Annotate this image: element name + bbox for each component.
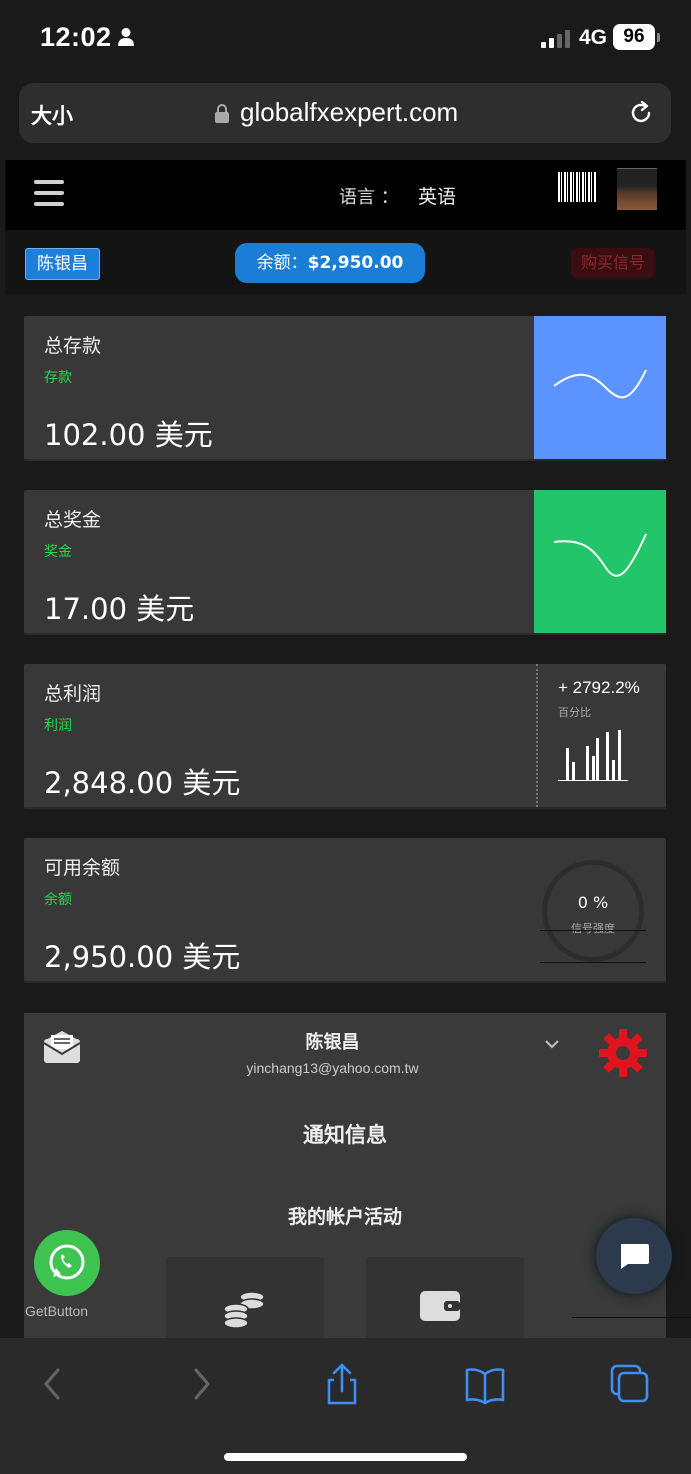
card-total-deposit: 总存款 存款 102.00 美元 (24, 316, 666, 459)
bonus-chart-panel (534, 490, 666, 633)
card-title: 可用余额 (44, 857, 121, 879)
lock-icon (215, 104, 229, 123)
barcode-icon[interactable] (558, 172, 596, 202)
forward-icon[interactable] (178, 1362, 222, 1406)
card-title: 总奖金 (44, 509, 102, 531)
card-subtitle: 余额 (44, 892, 72, 908)
status-bar: 12:02 4G 96 (0, 0, 691, 80)
coins-tile[interactable] (166, 1257, 324, 1347)
network-type: 4G (579, 26, 608, 49)
card-title: 总利润 (44, 683, 102, 705)
profit-percent: + 2792.2% (558, 678, 640, 697)
signal-strength-label: 信号强度 (571, 922, 615, 935)
balance-value: $2,950.00 (307, 253, 404, 273)
card-value: 2,950.00 美元 (44, 940, 241, 974)
home-indicator (224, 1453, 467, 1461)
text-size-button[interactable]: 大小 (31, 100, 73, 130)
bookmarks-icon[interactable] (463, 1362, 507, 1406)
card-subtitle: 存款 (44, 370, 72, 386)
profit-percent-label: 百分比 (558, 706, 591, 719)
gear-icon[interactable] (597, 1027, 649, 1079)
divider (540, 930, 646, 931)
card-value: 17.00 美元 (44, 592, 195, 626)
url-domain[interactable]: globalfxexpert.com (240, 97, 458, 128)
account-activity-link[interactable]: 我的帐户活动 (24, 1202, 666, 1229)
balance-pill[interactable]: 余额：$2,950.00 (235, 243, 425, 283)
coins-icon (223, 1291, 265, 1329)
card-subtitle: 奖金 (44, 544, 72, 560)
bar-chart-icon (558, 730, 628, 781)
buy-signal-button[interactable]: 购买信号 (571, 248, 655, 278)
deposit-chart-panel (534, 316, 666, 459)
signal-strength-gauge: 0 % 信号强度 (542, 860, 644, 962)
sub-header: 陈银昌 余额：$2,950.00 购买信号 (5, 230, 686, 294)
cellular-signal-icon (541, 30, 570, 48)
battery-level: 96 (613, 24, 655, 50)
signal-strength-value: 0 % (577, 893, 609, 912)
chat-button[interactable] (596, 1218, 672, 1294)
profile-email: yinchang13@yahoo.com.tw (246, 1060, 419, 1076)
whatsapp-button[interactable] (34, 1230, 100, 1296)
card-subtitle: 利润 (44, 718, 72, 734)
card-title: 总存款 (44, 335, 102, 357)
card-value: 102.00 美元 (44, 418, 213, 452)
notifications-link[interactable]: 通知信息 (24, 1119, 666, 1149)
wallet-tile[interactable] (366, 1257, 524, 1347)
share-icon[interactable] (320, 1362, 364, 1406)
card-value: 2,848.00 美元 (44, 766, 241, 800)
chevron-down-icon[interactable] (544, 1038, 560, 1050)
divider (540, 962, 646, 963)
user-name-badge[interactable]: 陈银昌 (25, 248, 100, 280)
chat-icon (621, 1244, 649, 1269)
card-total-profit: 总利润 利润 2,848.00 美元 + 2792.2% 百分比 (24, 664, 666, 807)
site-header: 语言 ： 英语 (5, 160, 686, 230)
user-thumbnail[interactable] (617, 168, 657, 210)
back-icon[interactable] (32, 1362, 76, 1406)
status-time: 12:02 (40, 22, 112, 52)
hamburger-icon[interactable] (34, 180, 64, 207)
profit-panel: + 2792.2% 百分比 (536, 664, 666, 807)
tabs-icon[interactable] (608, 1362, 652, 1406)
whatsapp-icon (49, 1244, 85, 1280)
card-total-bonus: 总奖金 奖金 17.00 美元 (24, 490, 666, 633)
language-label: 语言 ： (339, 187, 399, 208)
getbutton-label[interactable]: GetButton (25, 1303, 88, 1319)
divider (572, 1317, 691, 1318)
person-icon (118, 28, 134, 46)
battery-tip (657, 33, 660, 42)
balance-label: 余额： (256, 253, 308, 273)
wallet-icon (420, 1291, 460, 1321)
browser-toolbar (0, 1338, 691, 1474)
address-bar[interactable]: 大小 globalfxexpert.com (19, 83, 671, 143)
reload-icon[interactable] (627, 99, 655, 127)
language-selector[interactable]: 英语 (418, 182, 456, 209)
profile-panel: 陈银昌 yinchang13@yahoo.com.tw 通知信息 我的帐户活动 (24, 1013, 666, 1347)
wave-chart-icon (553, 533, 647, 577)
card-available-balance: 可用余额 余额 2,950.00 美元 0 % 信号强度 (24, 838, 666, 981)
wave-chart-icon (553, 369, 647, 399)
